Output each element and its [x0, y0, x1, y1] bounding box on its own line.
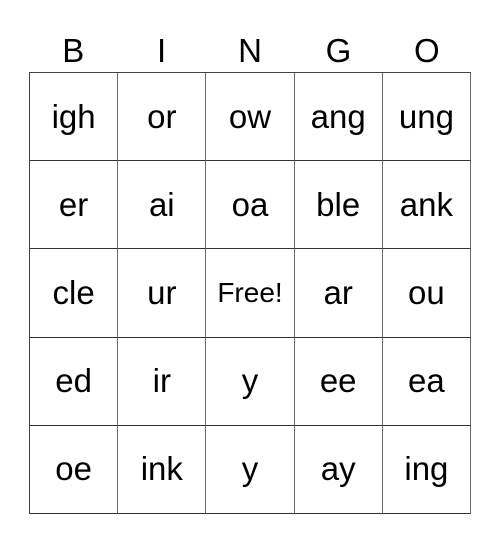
bingo-cell[interactable]: cle: [30, 249, 119, 338]
bingo-cell[interactable]: ang: [294, 73, 383, 162]
bingo-cell[interactable]: ai: [118, 161, 207, 250]
header-letter-b: B: [62, 32, 85, 69]
header-letter-g: G: [325, 32, 352, 69]
bingo-cell[interactable]: ea: [382, 337, 471, 426]
bingo-cell[interactable]: oe: [30, 425, 119, 514]
bingo-cell[interactable]: or: [118, 73, 207, 162]
bingo-cell[interactable]: ing: [382, 425, 471, 514]
header-letter-n: N: [238, 32, 262, 69]
bingo-cell[interactable]: ou: [382, 249, 471, 338]
header-letter-o: O: [413, 32, 440, 69]
bingo-cell[interactable]: er: [30, 161, 119, 250]
bingo-cell[interactable]: ar: [294, 249, 383, 338]
header-letter-i: I: [157, 32, 167, 69]
bingo-cell[interactable]: y: [206, 337, 295, 426]
bingo-cell[interactable]: y: [206, 425, 295, 514]
free-space-cell[interactable]: Free!: [206, 249, 295, 338]
bingo-cell[interactable]: ble: [294, 161, 383, 250]
bingo-cell[interactable]: ink: [118, 425, 207, 514]
bingo-cell[interactable]: oa: [206, 161, 295, 250]
bingo-cell[interactable]: ir: [118, 337, 207, 426]
bingo-header: B I N G O: [29, 30, 471, 72]
bingo-cell[interactable]: ay: [294, 425, 383, 514]
bingo-cell[interactable]: ee: [294, 337, 383, 426]
bingo-cell[interactable]: ow: [206, 73, 295, 162]
bingo-cell[interactable]: ur: [118, 249, 207, 338]
bingo-cell[interactable]: ank: [382, 161, 471, 250]
bingo-cell[interactable]: igh: [30, 73, 119, 162]
bingo-cell[interactable]: ung: [382, 73, 471, 162]
bingo-cell[interactable]: ed: [30, 337, 119, 426]
bingo-card-grid: igh or ow ang ung er ai oa ble ank cle u…: [29, 72, 471, 514]
